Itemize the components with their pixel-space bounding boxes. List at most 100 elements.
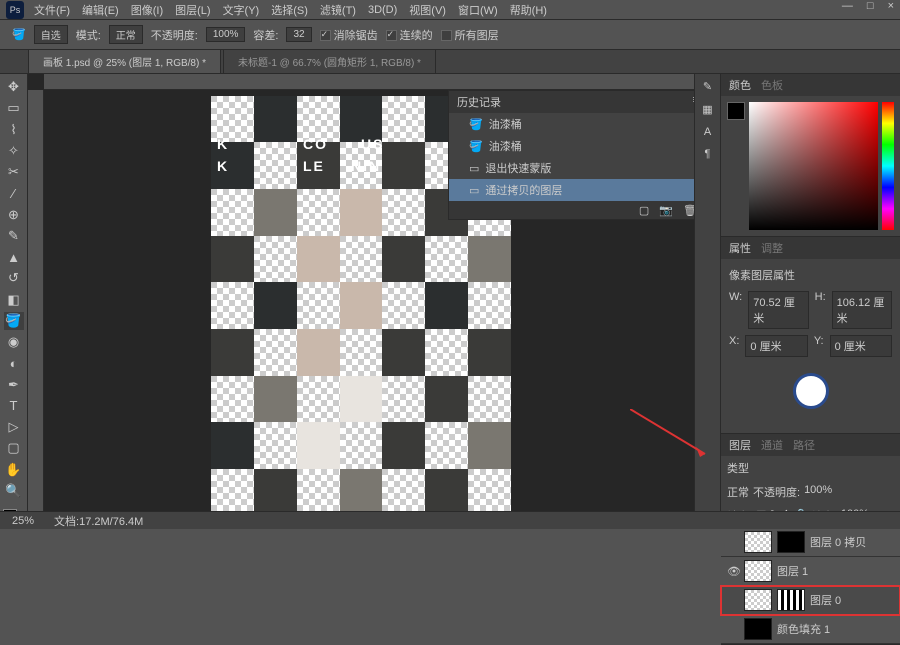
visibility-toggle[interactable]: 👁	[727, 565, 739, 578]
blur-tool[interactable]: ◉	[4, 333, 24, 351]
adjustments-tab[interactable]: 调整	[761, 240, 783, 256]
layer-name[interactable]: 图层 1	[777, 563, 808, 579]
ruler-horizontal	[44, 74, 694, 90]
camera-icon[interactable]: 📷	[659, 204, 673, 217]
window-minimize[interactable]: —	[842, 0, 853, 12]
history-item[interactable]: ▭退出快速蒙版	[449, 157, 694, 179]
canvas-area[interactable]: K CO US K LE NIN 历史记录≡ 🪣油漆桶 🪣油漆桶 ▭退出快速蒙版…	[28, 74, 694, 529]
zoom-level[interactable]: 25%	[12, 515, 34, 527]
toolbox: ✥ ▭ ⌇ ✧ ✂ ⁄ ⊕ ✎ ▲ ↺ ◧ 🪣 ◉ ◐ ✒ T ▷ ▢ ✋ 🔍	[0, 74, 28, 529]
menu-select[interactable]: 选择(S)	[271, 2, 308, 18]
channels-tab[interactable]: 通道	[761, 437, 783, 453]
heal-tool[interactable]: ⊕	[4, 206, 24, 224]
doc-tab-2[interactable]: 未标题-1 @ 66.7% (圆角矩形 1, RGB/8) *	[223, 49, 436, 73]
brush-tool[interactable]: ✎	[4, 227, 24, 245]
layer-name[interactable]: 颜色填充 1	[777, 621, 830, 637]
swatches-panel-icon[interactable]: ▦	[702, 103, 712, 116]
foreground-color[interactable]	[727, 102, 745, 120]
pen-tool[interactable]: ✒	[4, 376, 24, 394]
contiguous-checkbox[interactable]: 连续的	[386, 27, 433, 43]
tolerance-input[interactable]: 32	[286, 27, 311, 42]
type-tool[interactable]: T	[4, 397, 24, 415]
layer-filter[interactable]: 类型	[727, 460, 749, 476]
wand-tool[interactable]: ✧	[4, 142, 24, 160]
menu-image[interactable]: 图像(I)	[131, 2, 163, 18]
shape-tool[interactable]: ▢	[4, 439, 24, 457]
history-item[interactable]: 🪣油漆桶	[449, 135, 694, 157]
opacity-label: 不透明度:	[151, 27, 198, 43]
layer-row[interactable]: 颜色填充 1	[721, 615, 900, 644]
color-tab[interactable]: 颜色	[729, 77, 751, 93]
stamp-graphic	[793, 373, 829, 409]
canvas-text: NIN	[351, 158, 381, 174]
blend-mode-select[interactable]: 正常	[109, 25, 143, 44]
paragraph-panel-icon[interactable]: ¶	[705, 148, 711, 160]
marquee-tool[interactable]: ▭	[4, 99, 24, 117]
right-panels: 颜色色板 属性调整 像素图层属性 W:70.52 厘米 H:106.12 厘米 …	[720, 74, 900, 529]
tool-preset-icon[interactable]: 🪣	[12, 28, 26, 41]
layer-name[interactable]: 图层 0	[810, 592, 841, 608]
eyedropper-tool[interactable]: ⁄	[4, 184, 24, 202]
menu-window[interactable]: 窗口(W)	[458, 2, 498, 18]
canvas-text: K	[217, 158, 229, 174]
brush-panel-icon[interactable]: ✎	[703, 80, 712, 93]
menu-type[interactable]: 文字(Y)	[223, 2, 260, 18]
options-bar: 🪣 自选 模式: 正常 不透明度: 100% 容差: 32 消除锯齿 连续的 所…	[0, 20, 900, 50]
menu-layer[interactable]: 图层(L)	[175, 2, 210, 18]
window-maximize[interactable]: □	[867, 0, 874, 12]
zoom-tool[interactable]: 🔍	[4, 482, 24, 500]
layer-opacity[interactable]: 100%	[804, 484, 832, 500]
layer-blend-mode[interactable]: 正常	[727, 484, 749, 500]
doc-size: 文档:17.2M/76.4M	[54, 513, 143, 529]
y-input[interactable]: 0 厘米	[830, 335, 892, 357]
menu-help[interactable]: 帮助(H)	[510, 2, 547, 18]
layer-row-selected[interactable]: 图层 0	[721, 586, 900, 615]
menu-edit[interactable]: 编辑(E)	[82, 2, 119, 18]
window-close[interactable]: ×	[888, 0, 894, 12]
history-brush-tool[interactable]: ↺	[4, 269, 24, 287]
canvas-text: LE	[303, 158, 325, 174]
trash-icon[interactable]: 🗑	[683, 204, 694, 217]
path-tool[interactable]: ▷	[4, 418, 24, 436]
x-input[interactable]: 0 厘米	[745, 335, 807, 357]
height-label: H:	[815, 291, 826, 329]
doc-tab-1[interactable]: 画板 1.psd @ 25% (图层 1, RGB/8) *	[28, 49, 221, 73]
menu-filter[interactable]: 滤镜(T)	[320, 2, 356, 18]
history-item-selected[interactable]: ▭通过拷贝的图层	[449, 179, 694, 201]
swatches-tab[interactable]: 色板	[761, 77, 783, 93]
crop-tool[interactable]: ✂	[4, 163, 24, 181]
hue-slider[interactable]	[882, 102, 894, 230]
dodge-tool[interactable]: ◐	[4, 354, 24, 372]
menu-3d[interactable]: 3D(D)	[368, 4, 397, 16]
layers-panel: 图层通道路径 类型 正常 不透明度: 100% 锁定: ▦ ✎ ✥ 🔒 填充: …	[721, 434, 900, 645]
eraser-tool[interactable]: ◧	[4, 291, 24, 309]
layer-thumb	[744, 560, 772, 582]
antialias-checkbox[interactable]: 消除锯齿	[320, 27, 378, 43]
lasso-tool[interactable]: ⌇	[4, 121, 24, 139]
color-field[interactable]	[749, 102, 878, 230]
character-panel-icon[interactable]: A	[704, 126, 711, 138]
bucket-tool[interactable]: 🪣	[4, 312, 24, 330]
hand-tool[interactable]: ✋	[4, 461, 24, 479]
all-layers-checkbox[interactable]: 所有图层	[441, 27, 499, 43]
snapshot-icon[interactable]: ▢	[639, 204, 649, 217]
document-tabs: 画板 1.psd @ 25% (图层 1, RGB/8) * 未标题-1 @ 6…	[0, 50, 900, 74]
paths-tab[interactable]: 路径	[793, 437, 815, 453]
width-input[interactable]: 70.52 厘米	[748, 291, 808, 329]
history-item[interactable]: 🪣油漆桶	[449, 113, 694, 135]
layer-row[interactable]: 图层 0 拷贝	[721, 528, 900, 557]
menu-view[interactable]: 视图(V)	[409, 2, 446, 18]
layer-row[interactable]: 👁 图层 1	[721, 557, 900, 586]
properties-tab[interactable]: 属性	[729, 240, 751, 256]
height-input[interactable]: 106.12 厘米	[832, 291, 892, 329]
mask-thumb	[777, 589, 805, 611]
move-tool[interactable]: ✥	[4, 78, 24, 96]
opacity-input[interactable]: 100%	[206, 27, 246, 42]
menu-file[interactable]: 文件(F)	[34, 2, 70, 18]
auto-select[interactable]: 自选	[34, 25, 68, 44]
panel-menu-icon[interactable]: ≡	[693, 94, 694, 110]
layers-tab[interactable]: 图层	[729, 437, 751, 453]
app-logo: Ps	[6, 1, 24, 19]
stamp-tool[interactable]: ▲	[4, 248, 24, 266]
layer-name[interactable]: 图层 0 拷贝	[810, 534, 866, 550]
